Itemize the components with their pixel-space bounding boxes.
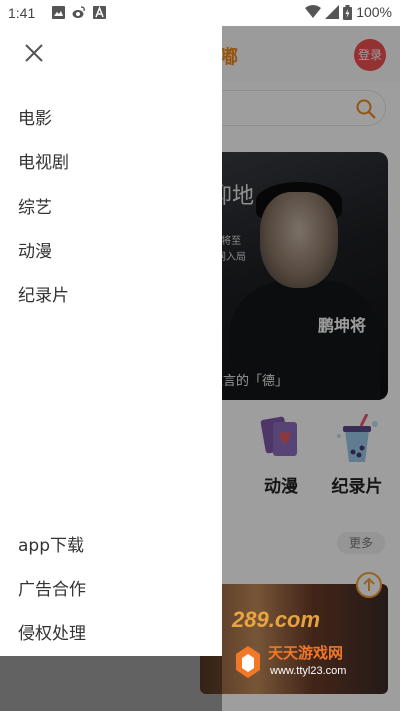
status-right: 100% — [305, 4, 392, 20]
navigation-drawer: 电影 电视剧 综艺 动漫 纪录片 app下载 广告合作 侵权处理 — [0, 26, 222, 656]
font-icon — [93, 6, 106, 19]
wifi-icon — [305, 5, 322, 18]
battery-icon — [343, 4, 353, 20]
watermark-logo-text: 289.com — [232, 607, 321, 632]
drawer-item-movie[interactable]: 电影 — [18, 105, 52, 133]
drawer-item-copyright[interactable]: 侵权处理 — [18, 620, 86, 648]
drawer-item-advertising[interactable]: 广告合作 — [18, 576, 86, 604]
status-bar: 1:41 100% — [0, 0, 400, 26]
watermark-url: www.ttyl23.com — [269, 665, 346, 677]
drawer-item-variety[interactable]: 综艺 — [18, 194, 52, 222]
close-icon[interactable] — [22, 41, 46, 65]
drawer-item-documentary[interactable]: 纪录片 — [18, 282, 69, 310]
drawer-bottom-scrim — [0, 656, 222, 711]
drawer-item-anime[interactable]: 动漫 — [18, 238, 52, 266]
drawer-item-tv-series[interactable]: 电视剧 — [18, 149, 69, 177]
weibo-icon — [72, 6, 85, 18]
battery-percent: 100% — [356, 4, 392, 20]
watermark: 天天游戏网 www.ttyl23.com — [236, 644, 346, 678]
drawer-item-app-download[interactable]: app下载 — [18, 532, 84, 560]
image-icon — [52, 6, 65, 19]
signal-icon — [325, 5, 340, 19]
status-time: 1:41 — [8, 5, 36, 21]
watermark-brand: 天天游戏网 — [268, 644, 343, 662]
